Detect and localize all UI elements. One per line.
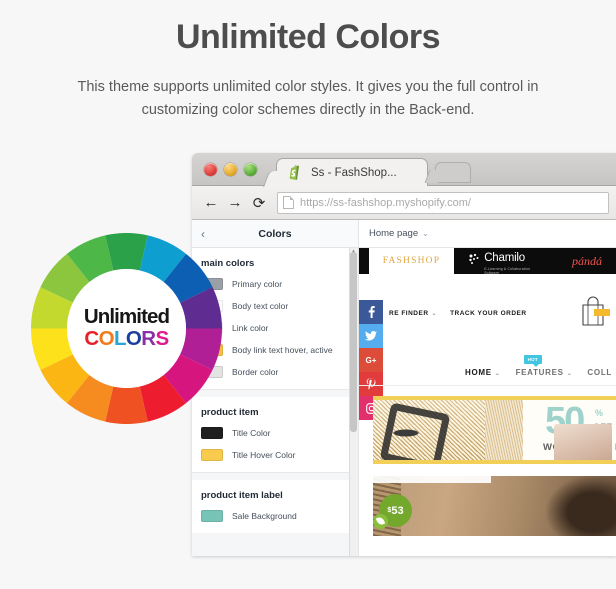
scrollbar-thumb[interactable] [350,252,357,432]
color-swatch[interactable] [201,510,223,522]
hero-product-image [554,424,612,460]
setting-row[interactable]: Title Hover Color [201,449,349,461]
setting-label: Primary color [232,279,283,289]
chevron-down-icon: ⌄ [494,371,501,377]
setting-row[interactable]: Primary color [201,278,349,290]
setting-label: Body text color [232,301,289,311]
panda-logo[interactable]: pándá [558,248,616,274]
shopify-icon [287,164,302,181]
hot-badge: HOT [523,355,542,367]
hero-percent-sign: % [595,408,604,418]
setting-row[interactable]: Body link text hover, active [201,344,349,356]
wheel-letter-5: S [155,326,170,350]
setting-label: Sale Background [232,511,297,521]
setting-row[interactable]: Link color [201,322,349,334]
hero-photo [373,400,523,460]
store-logo-text: FASHSHOP [382,256,441,266]
group-title: product item [201,407,259,418]
panda-logo-text: pándá [572,253,603,268]
browser-tab[interactable]: Ss - FashShop... [276,158,428,186]
address-bar[interactable]: https://ss-fashshop.myshopify.com/ [277,191,609,214]
setting-row[interactable]: Title Color [201,427,349,439]
wheel-word-top: Unlimited [83,305,170,329]
editor-body: main colors Primary color Body text colo… [192,248,616,556]
group-title: main colors [201,258,255,269]
minimize-window-button[interactable] [224,163,237,176]
setting-label: Title Hover Color [232,450,296,460]
wheel-word-colors: COLORS [84,326,170,350]
chevron-down-icon: ⌄ [431,311,438,317]
color-swatch[interactable] [201,427,223,439]
store-finder-link[interactable]: RE FINDER ⌄ [389,310,437,317]
page-info-icon [283,196,294,209]
page-title: Unlimited Colors [175,18,441,56]
store-utility-links: RE FINDER ⌄ TRACK YOUR ORDER [389,310,527,317]
chevron-down-icon: ⌄ [566,371,573,377]
price-value: 53 [391,504,404,517]
wheel-letter-1: O [98,326,115,350]
setting-label: Body link text hover, active [232,345,333,355]
product-card-top-bar [373,476,491,483]
topbar-spacer [359,248,369,274]
url-text: https://ss-fashshop.myshopify.com/ [300,196,471,209]
chamilo-logo-text: Chamilo E-Learning & Collaboration Softw… [484,251,531,275]
leaf-icon [373,514,388,529]
track-order-link[interactable]: TRACK YOUR ORDER [450,310,527,317]
setting-label: Title Color [232,428,271,438]
hero-banner[interactable]: 50 % OFF WOMEN M [373,396,616,464]
facebook-icon[interactable] [359,300,383,324]
chamilo-mark-icon [468,252,480,270]
product-card[interactable]: $53 [373,476,616,536]
browser-toolbar: ← → ⟳ https://ss-fashshop.myshopify.com/ [192,186,616,220]
new-tab-placeholder[interactable] [435,162,471,183]
theme-editor-bar: ‹ Colors Home page ⌄ [192,220,616,248]
forward-icon[interactable]: → [223,191,247,215]
page-subtitle: This theme supports unlimited color styl… [77,79,539,119]
settings-group-product-item-label: product item label Sale Background [192,480,358,533]
chevron-down-icon: ⌄ [422,229,429,238]
group-title: product item label [201,490,283,501]
window-controls [204,163,257,176]
browser-tabbar: Ss - FashShop... [192,153,616,186]
tab-title: Ss - FashShop... [311,166,397,179]
nav-item-features[interactable]: HOT FEATURES ⌄ [516,355,573,377]
wheel-letter-4: R [141,326,156,350]
browser-window: Ss - FashShop... ← → ⟳ https://ss-fashsh… [192,153,616,556]
setting-label: Border color [232,367,279,377]
hero-copy: 50 % OFF WOMEN M [523,400,616,460]
store-topbar: FASHSHOP Chamilo E-Learning & Collaborat… [359,248,616,275]
color-swatch[interactable] [201,449,223,461]
page-selector[interactable]: Home page ⌄ [359,220,616,247]
store-main-nav: HOME ⌄ HOT FEATURES ⌄ COLL [359,355,616,386]
hero-inner: 50 % OFF WOMEN M [373,400,616,460]
setting-row[interactable]: Sale Background [201,510,349,522]
twitter-icon[interactable] [359,324,383,348]
color-wheel: Unlimited COLORS [31,233,222,424]
nav-item-collections[interactable]: COLL [587,368,612,377]
wheel-letter-3: O [125,326,142,350]
color-wheel-center: Unlimited COLORS [67,269,186,388]
sidebar-scrollbar[interactable]: ▲ [349,248,358,556]
chamilo-logo[interactable]: Chamilo E-Learning & Collaboration Softw… [454,248,558,275]
wheel-letter-2: L [113,326,127,350]
promo-screenshot: Unlimited Colors This theme supports unl… [0,0,616,589]
setting-row[interactable]: Body text color [201,300,349,312]
wheel-letter-0: C [84,326,99,350]
setting-label: Link color [232,323,269,333]
color-wheel-graphic: Unlimited COLORS [31,233,222,424]
back-icon[interactable]: ← [199,191,223,215]
page-selector-label: Home page [369,228,419,239]
close-window-button[interactable] [204,163,217,176]
nav-item-home[interactable]: HOME ⌄ [465,368,501,377]
store-preview[interactable]: FASHSHOP Chamilo E-Learning & Collaborat… [359,248,616,556]
setting-row[interactable]: Border color [201,366,349,378]
shopping-bag-icon[interactable] [576,296,610,326]
reload-icon[interactable]: ⟳ [247,191,271,215]
maximize-window-button[interactable] [244,163,257,176]
store-logo[interactable]: FASHSHOP [368,248,455,274]
